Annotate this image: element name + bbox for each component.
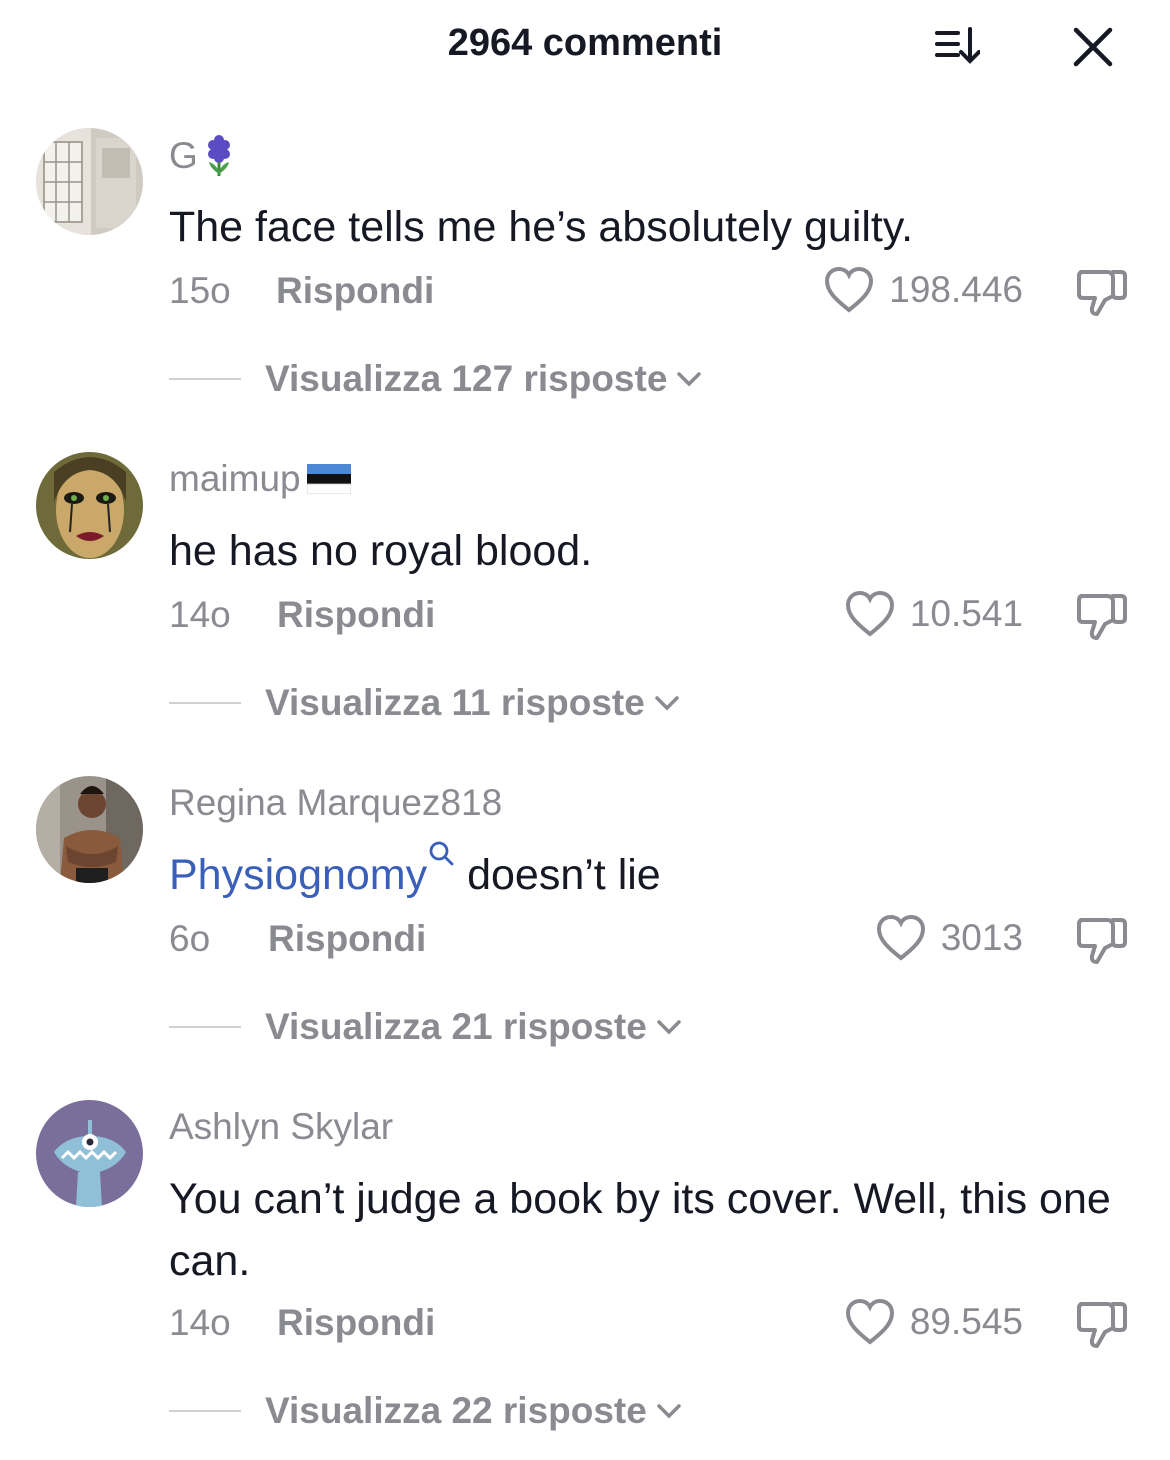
divider (169, 378, 241, 380)
divider (169, 702, 241, 704)
comments-header: 2964 commenti (0, 0, 1170, 92)
comment-text: You can’t judge a book by its cover. Wel… (169, 1175, 1111, 1285)
heart-icon (825, 266, 874, 313)
comment-text: The face tells me he’s absolutely guilty… (169, 203, 914, 251)
like-count: 198.446 (889, 269, 1023, 310)
avatar[interactable] (36, 1100, 143, 1207)
comments-sheet: 2964 commenti G The face tells me he’s a… (0, 0, 1170, 1460)
username[interactable]: maimup (169, 458, 351, 500)
chevron-down-icon (657, 1404, 681, 1419)
divider (169, 1026, 241, 1028)
reply-button[interactable]: Rispondi (268, 918, 426, 960)
chevron-down-icon (657, 1020, 681, 1035)
view-replies-button[interactable]: Visualizza 127 risposte (169, 354, 703, 404)
comment-text: Physiognomy doesn’t lie (169, 841, 1139, 906)
view-replies-button[interactable]: Visualizza 21 risposte (169, 1002, 683, 1052)
like-button[interactable]: 89.545 (844, 1298, 1023, 1346)
comment-text-rest: doesn’t lie (455, 851, 661, 899)
reply-button[interactable]: Rispondi (277, 1302, 435, 1344)
avatar[interactable] (36, 128, 143, 235)
chevron-down-icon (677, 372, 702, 387)
avatar[interactable] (36, 776, 143, 883)
comment-time: 14o (169, 1302, 231, 1343)
view-replies-button[interactable]: Visualizza 22 risposte (169, 1386, 683, 1436)
avatar[interactable] (36, 452, 143, 559)
sort-icon[interactable] (934, 24, 981, 70)
like-button[interactable]: 3013 (875, 914, 1023, 962)
like-count: 3013 (940, 917, 1023, 958)
comment-text: he has no royal blood. (169, 527, 593, 575)
heart-icon (845, 590, 894, 637)
username[interactable]: Ashlyn Skylar (169, 1106, 393, 1148)
chevron-down-icon (655, 696, 679, 711)
close-icon[interactable] (1070, 24, 1116, 70)
like-button[interactable]: 10.541 (844, 590, 1023, 638)
heart-icon (876, 914, 925, 961)
comments-count-title: 2964 commenti (447, 22, 723, 64)
like-button[interactable]: 198.446 (823, 266, 1023, 314)
comment-meta: 14o Rispondi 10.541 (169, 590, 1129, 644)
reply-button[interactable]: Rispondi (276, 270, 434, 312)
dislike-icon[interactable] (1075, 264, 1129, 318)
dislike-icon[interactable] (1075, 1296, 1129, 1350)
comment-meta: 15o Rispondi 198.446 (169, 266, 1129, 320)
view-replies-button[interactable]: Visualizza 11 risposte (169, 678, 681, 728)
username[interactable]: G (169, 134, 234, 178)
like-count: 10.541 (909, 593, 1023, 634)
comment-time: 14o (169, 594, 231, 635)
search-keyword-link[interactable]: Physiognomy (169, 851, 427, 899)
username[interactable]: Regina Marquez818 (169, 782, 502, 824)
comment-time: 15o (169, 270, 231, 311)
divider (169, 1410, 241, 1412)
dislike-icon[interactable] (1075, 588, 1129, 642)
comment-meta: 6o Rispondi 3013 (169, 914, 1129, 968)
dislike-icon[interactable] (1075, 912, 1129, 966)
comment-time: 6o (169, 918, 211, 959)
like-count: 89.545 (909, 1301, 1023, 1342)
search-icon (429, 841, 454, 866)
flag-estonia-icon (306, 464, 351, 494)
comment-meta: 14o Rispondi 89.545 (169, 1298, 1129, 1352)
hyacinth-icon (207, 135, 230, 176)
heart-icon (845, 1298, 894, 1345)
reply-button[interactable]: Rispondi (277, 594, 435, 636)
